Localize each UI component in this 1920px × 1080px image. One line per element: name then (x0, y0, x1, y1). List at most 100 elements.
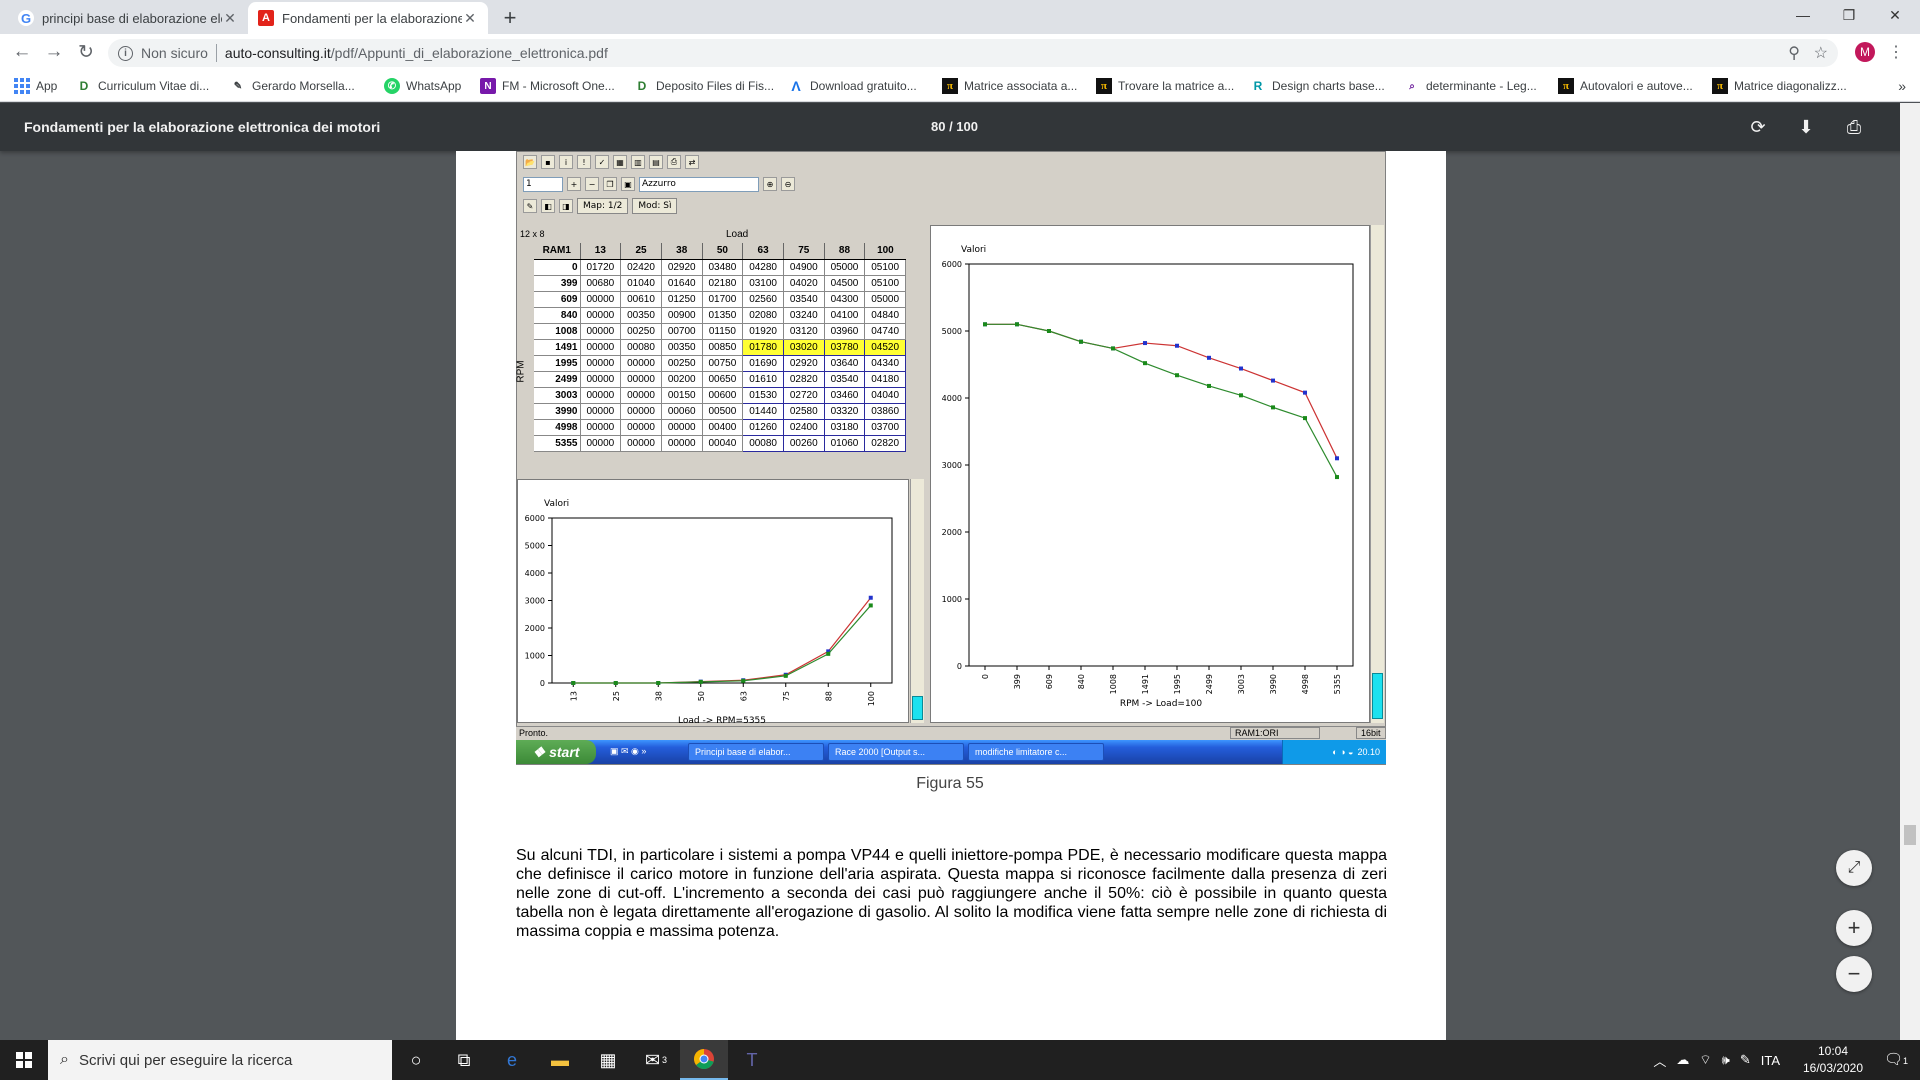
volume-icon[interactable]: 🕪 (1722, 1052, 1730, 1068)
fit-page-button[interactable]: ⤢ (1836, 850, 1872, 886)
table-cell[interactable]: 00000 (579, 418, 622, 436)
row-header[interactable]: 609 (534, 291, 580, 308)
table-cell[interactable]: 05100 (864, 274, 906, 292)
info-icon[interactable]: i (118, 45, 133, 61)
table-cell[interactable]: 02420 (620, 258, 662, 276)
table-cell[interactable]: 00350 (660, 338, 703, 356)
table-cell[interactable]: 04040 (864, 386, 906, 404)
tray-icons[interactable]: ◐ ◑ ◒ (1332, 747, 1353, 757)
table-cell[interactable]: 00900 (660, 306, 703, 324)
table-cell[interactable]: 00000 (620, 402, 662, 420)
print-icon[interactable]: ⎙ (1842, 115, 1866, 139)
bookmark-determinante[interactable]: ⌕ determinante - Leg... (1404, 76, 1537, 96)
table-cell[interactable]: 00680 (579, 274, 622, 292)
map-next-icon[interactable]: ◨ (559, 199, 573, 213)
table-cell[interactable]: 01920 (742, 322, 784, 340)
table-cell[interactable]: 03860 (864, 402, 906, 420)
table-cell[interactable]: 00610 (620, 290, 662, 308)
table-cell[interactable]: 00500 (701, 402, 744, 420)
row-header[interactable]: 3990 (534, 403, 580, 420)
table-cell[interactable]: 00150 (660, 386, 703, 404)
table-cell[interactable]: 00600 (701, 386, 744, 404)
table-cell[interactable]: 03100 (742, 274, 784, 292)
close-window-button[interactable]: ✕ (1872, 0, 1918, 30)
table-cell[interactable]: 04520 (864, 338, 906, 356)
table-cell[interactable]: 04100 (823, 306, 866, 324)
table-cell[interactable]: 00060 (660, 402, 703, 420)
bookmark-download[interactable]: Λ Download gratuito... (788, 76, 916, 96)
row-header[interactable]: 1008 (534, 323, 580, 340)
column-header[interactable]: 50 (701, 243, 743, 260)
map-button[interactable]: Map: 1/2 (577, 198, 629, 214)
plot-scrollbar[interactable] (910, 479, 924, 723)
bookmark-onenote[interactable]: N FM - Microsoft One... (480, 76, 615, 96)
column-header[interactable]: 100 (864, 243, 906, 260)
cortana-icon[interactable]: ○ (392, 1040, 440, 1080)
mod-button[interactable]: Mod: Sì (632, 198, 678, 214)
table-cell[interactable]: 04280 (742, 258, 784, 276)
table-cell[interactable]: 03480 (701, 258, 744, 276)
bookmark-trovare[interactable]: π Trovare la matrice a... (1096, 76, 1234, 96)
notification-icon[interactable]: 🗨1 (1884, 1050, 1908, 1068)
row-header[interactable]: 1995 (534, 355, 580, 372)
table-cell[interactable]: 00000 (579, 354, 622, 372)
new-tab-button[interactable]: + (496, 4, 524, 32)
scroll-thumb[interactable] (1372, 673, 1383, 719)
table-cell[interactable]: 00000 (620, 434, 662, 452)
row-header[interactable]: 3003 (534, 387, 580, 404)
table-cell[interactable]: 03960 (823, 322, 866, 340)
table-cell[interactable]: 03540 (823, 370, 866, 388)
table-cell[interactable]: 01530 (742, 386, 784, 404)
row-header[interactable]: 399 (534, 275, 580, 292)
cloud-icon[interactable]: ☁ (1676, 1052, 1689, 1068)
rotate-icon[interactable]: ⟳ (1746, 115, 1770, 139)
table-cell[interactable]: 03240 (782, 306, 825, 324)
table-cell[interactable]: 01260 (742, 418, 784, 436)
row-header[interactable]: 1491 (534, 339, 580, 356)
table-cell[interactable]: 01700 (701, 290, 744, 308)
row-header[interactable]: 2499 (534, 371, 580, 388)
table-cell[interactable]: 00080 (620, 338, 662, 356)
column-header[interactable]: 75 (782, 243, 825, 260)
table-cell[interactable]: 00250 (620, 322, 662, 340)
bookmark-autovalori[interactable]: π Autovalori e autove... (1558, 76, 1693, 96)
quick-launch-icons[interactable]: ▣ ✉ ◉ » (610, 746, 646, 757)
table-cell[interactable]: 00200 (660, 370, 703, 388)
arrow-icon[interactable]: ⇄ (685, 155, 699, 169)
table-cell[interactable]: 00000 (579, 434, 622, 452)
bookmark-matrice[interactable]: π Matrice associata a... (942, 76, 1077, 96)
table-cell[interactable]: 03180 (823, 418, 866, 436)
page-scrollbar[interactable] (1900, 103, 1920, 1040)
clock[interactable]: 10:04 16/03/2020 (1798, 1043, 1868, 1077)
value-field[interactable]: 1 (523, 176, 563, 192)
zoom-out-button[interactable]: − (1836, 956, 1872, 992)
bookmark-star-icon[interactable]: ☆ (1814, 43, 1828, 63)
table-cell[interactable]: 00040 (701, 434, 744, 452)
xp-task-race[interactable]: Race 2000 [Output s... (828, 743, 964, 761)
download-icon[interactable]: ⬇ (1794, 115, 1818, 139)
table-cell[interactable]: 04300 (823, 290, 866, 308)
table-cell[interactable]: 00850 (701, 338, 744, 356)
column-header[interactable]: 38 (660, 243, 703, 260)
table-cell[interactable]: 03540 (782, 290, 825, 308)
column-header[interactable]: 88 (823, 243, 865, 260)
table-cell[interactable]: 03020 (782, 338, 825, 356)
bookmark-gerardo[interactable]: ✎ Gerardo Morsella... (230, 76, 355, 96)
table-cell[interactable]: 00000 (579, 402, 622, 420)
table-cell[interactable]: 02920 (782, 354, 825, 372)
row-header[interactable]: 840 (534, 307, 580, 324)
paste-icon[interactable]: ▣ (621, 177, 635, 191)
windows-start-button[interactable] (0, 1040, 48, 1080)
grid-icon[interactable]: ▦ (613, 155, 627, 169)
table-cell[interactable]: 02080 (742, 306, 784, 324)
table-cell[interactable]: 00260 (782, 434, 825, 452)
table-cell[interactable]: 00000 (660, 418, 703, 436)
table-cell[interactable]: 01690 (742, 354, 784, 372)
file-explorer-icon[interactable]: ▬ (536, 1040, 584, 1080)
zoom-in-icon[interactable]: ⊕ (763, 177, 777, 191)
xp-task-principi[interactable]: Principi base di elabor... (688, 743, 824, 761)
table-cell[interactable]: 03640 (823, 354, 866, 372)
table-cell[interactable]: 03120 (782, 322, 825, 340)
table-cell[interactable]: 00000 (620, 418, 662, 436)
bookmark-design[interactable]: R Design charts base... (1250, 76, 1385, 96)
